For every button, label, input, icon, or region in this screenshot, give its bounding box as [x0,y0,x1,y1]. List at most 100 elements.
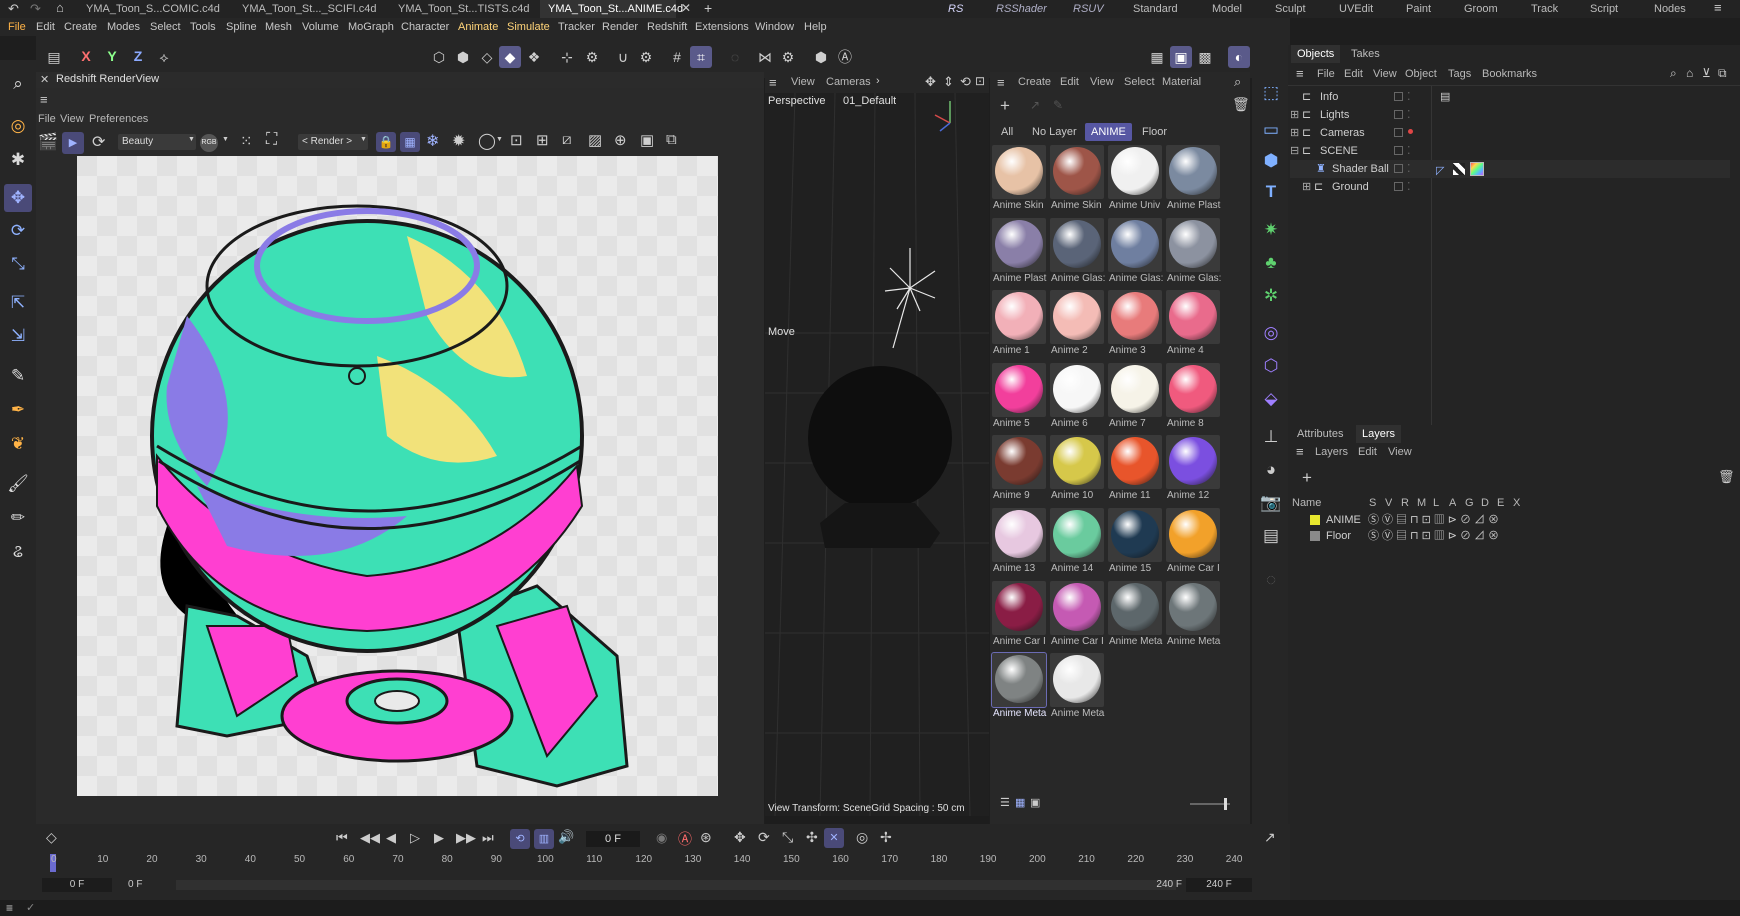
layout-groom[interactable]: Groom [1464,0,1498,18]
layer-name[interactable]: Floor [1326,527,1351,545]
layer-color-swatch[interactable] [1310,531,1320,541]
menu-simulate[interactable]: Simulate [507,18,550,36]
material-preview[interactable] [1050,508,1104,562]
layer-flag-icons[interactable]: ⓈⓋ▤⊓⊡▥⊳⊘⊿⊗ [1368,527,1502,545]
material-thumbnail[interactable]: Anime 12 [1165,433,1221,505]
aov-dropdown[interactable]: Beauty [118,134,196,150]
rotate-view-icon[interactable]: ⟲ [960,74,971,90]
dots-icon[interactable]: ⁚ [1407,88,1411,106]
menu-tools[interactable]: Tools [190,18,216,36]
file-tab[interactable]: YMA_Toon_St...TISTS.c4d * [390,0,529,33]
menu-tracker[interactable]: Tracker [558,18,595,36]
points-mode-icon[interactable]: ◇ [476,46,498,68]
layout-script[interactable]: Script [1590,0,1618,18]
mat-menu-edit[interactable]: Edit [1060,76,1079,88]
end-frame-field[interactable]: 240 F [1186,878,1252,892]
auto-icon[interactable]: Ⓐ [834,46,856,68]
material-thumbnail[interactable]: Anime Car I [1049,579,1105,651]
rv-menu-view[interactable]: View [60,113,84,125]
material-thumbnail[interactable]: Anime Meta [1107,579,1163,651]
menu-window[interactable]: Window [755,18,794,36]
axis-x-toggle[interactable]: X [76,45,96,67]
material-thumbnail[interactable]: Anime 3 [1107,288,1163,360]
auto-key-icon[interactable]: Ⓐ [678,829,692,849]
material-preview[interactable] [1166,508,1220,562]
material-thumbnail[interactable]: Anime Car I [991,579,1047,651]
cube-icon[interactable]: ⬢ [1258,148,1284,174]
visibility-checkbox[interactable] [1394,92,1403,101]
material-preview[interactable] [1050,362,1104,417]
move-view-icon[interactable]: ⇕ [943,74,954,90]
object-row-ground[interactable]: ⊞ ⊏ Ground ⁚ [1290,178,1730,196]
menu-modes[interactable]: Modes [107,18,140,36]
layout-paint[interactable]: Paint [1406,0,1431,18]
camera-icon[interactable]: 📷 [1258,490,1284,516]
material-thumbnail[interactable]: Anime 4 [1165,288,1221,360]
field-icon[interactable]: ✲ [1258,283,1284,309]
cloner-icon[interactable]: ✷ [1258,217,1284,243]
sketch-tool-icon[interactable]: ✏ [4,504,32,532]
filter-anime[interactable]: ANIME [1085,123,1132,141]
visibility-checkbox[interactable] [1394,146,1403,155]
filter-icon[interactable]: ⊻ [1702,66,1711,80]
previous-key-icon[interactable]: ◀◀ [360,830,380,846]
layout-model[interactable]: Model [1212,0,1242,18]
menu-mograph[interactable]: MoGraph [348,18,394,36]
scale-tool-icon[interactable]: ⤡ [4,250,32,278]
filter-no-layer[interactable]: No Layer [1026,123,1083,141]
visibility-checkbox[interactable] [1394,110,1403,119]
chevron-right-icon[interactable]: › [876,75,880,87]
hamburger-icon[interactable]: ≡ [6,901,13,915]
view-mode-grid-icon[interactable]: ▦ [1015,796,1025,809]
start-frame-field[interactable]: 0 F [42,878,112,892]
object-row-shader-ball[interactable]: ♜ Shader Ball ⁚ ◸ [1290,160,1730,178]
material-preview[interactable] [992,362,1046,417]
transform-tool-icon[interactable]: ⇲ [4,322,32,350]
add-snapshot-icon[interactable]: ⊕ [614,131,627,149]
refresh-icon[interactable]: ⟳ [92,132,105,152]
file-tab[interactable]: YMA_Toon_S...COMIC.c4d * [78,0,220,33]
trash-icon[interactable]: 🗑 [1232,96,1250,113]
layout-uvedit[interactable]: UVEdit [1339,0,1373,18]
key-pla-icon[interactable]: ✕ [824,828,844,848]
uv-mode-icon[interactable]: ❖ [523,46,545,68]
key-scale-icon[interactable]: ⤡ [782,829,793,846]
material-preview[interactable] [1108,580,1162,635]
buckets-icon[interactable]: ▦ [400,132,420,152]
render-region-icon[interactable]: ▦ [1146,46,1168,68]
light-icon[interactable]: ▤ [1258,523,1284,549]
preview-end-field[interactable]: 240 F [1126,878,1186,892]
rv-menu-preferences[interactable]: Preferences [89,113,148,125]
pan-icon[interactable]: ✥ [925,74,936,90]
layout-icon[interactable]: ▤ [43,46,65,68]
material-preview[interactable] [992,435,1046,490]
tab-layers[interactable]: Layers [1356,425,1402,443]
new-tab-icon[interactable]: + [704,0,712,16]
material-thumbnail[interactable]: Anime Skin [991,143,1047,215]
material-preview[interactable] [1108,508,1162,562]
close-icon[interactable]: ✕ [40,73,49,86]
effector-icon[interactable]: ⬙ [1258,386,1284,412]
mat-menu-material[interactable]: Material [1162,76,1201,88]
expand-icon[interactable]: ⊞ [1290,124,1299,142]
fit-icon[interactable]: ⊞ [536,131,549,149]
current-frame-field[interactable]: 0 F [586,831,640,847]
view-mode-large-icon[interactable]: ▣ [1030,796,1040,809]
select-tool-icon[interactable]: ✱ [4,146,32,174]
redo-icon[interactable]: ↷ [30,1,41,17]
checker-tag-icon[interactable] [1453,163,1465,175]
menu-spline[interactable]: Spline [226,18,257,36]
search-icon[interactable]: ⌕ [1234,74,1241,90]
maximize-view-icon[interactable]: ⊡ [975,74,985,88]
hamburger-icon[interactable]: ≡ [997,75,1005,90]
visibility-checkbox[interactable] [1394,128,1403,137]
pen-tool-icon[interactable]: ✎ [4,362,32,390]
material-preview[interactable] [1108,290,1162,345]
sky-icon[interactable]: ◕ [1258,457,1284,483]
crop-icon[interactable]: ⛶ [266,131,277,149]
mat-menu-create[interactable]: Create [1018,76,1051,88]
menu-extensions[interactable]: Extensions [695,18,749,36]
menu-edit[interactable]: Edit [36,18,55,36]
obj-menu-edit[interactable]: Edit [1344,68,1363,80]
material-thumbnail[interactable]: Anime Car I [1165,506,1221,578]
